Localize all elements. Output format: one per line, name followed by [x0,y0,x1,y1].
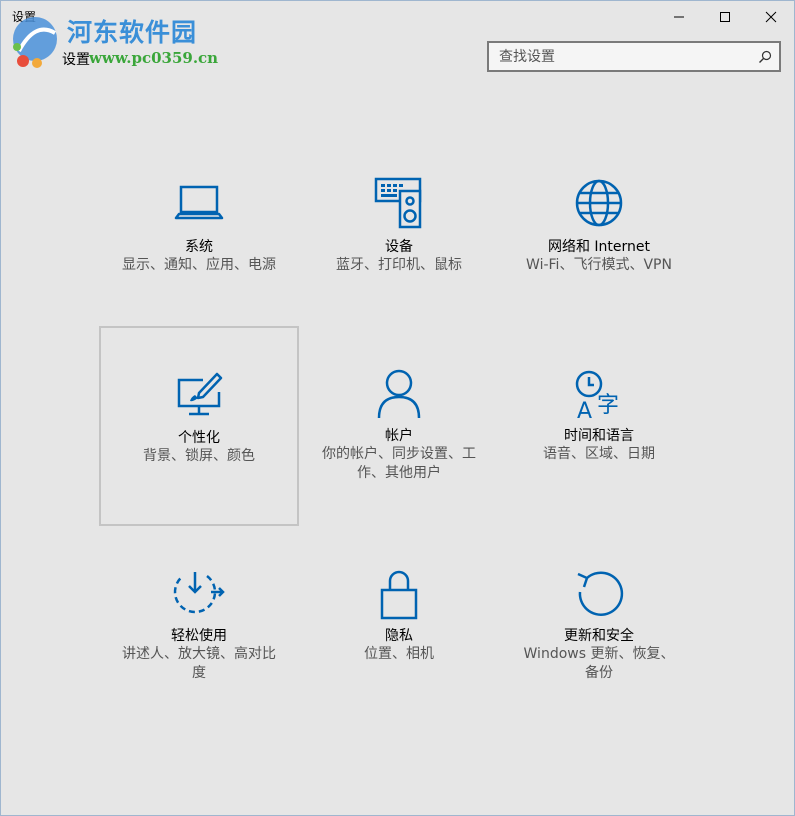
globe-icon [575,179,623,227]
maximize-icon [720,12,730,22]
watermark-url: www.pc0359.cn [89,49,219,67]
tile-devices[interactable]: 设备 蓝牙、打印机、鼠标 [299,135,499,335]
watermark: 河东软件园 www.pc0359.cn [5,11,265,71]
tile-title: 网络和 Internet [547,239,651,255]
tile-title: 设备 [385,239,413,255]
svg-text:A: A [577,399,592,420]
page-title: 设置 [62,52,90,68]
tile-desc: Wi-Fi、飞行模式、VPN [526,257,672,273]
tile-desc: 语音、区域、日期 [543,446,655,462]
person-icon [377,369,421,419]
tile-network[interactable]: 网络和 Internet Wi-Fi、飞行模式、VPN [499,135,699,335]
tile-desc: 位置、相机 [364,646,434,662]
tile-title: 帐户 [385,428,413,444]
window-controls [656,1,794,33]
time-language-icon: A 字 [575,370,619,420]
search-icon[interactable] [758,50,772,64]
devices-icon [374,177,422,229]
tile-ease-of-access[interactable]: 轻松使用 讲述人、放大镜、高对比度 [99,526,299,726]
watermark-logo-icon [13,17,57,68]
minimize-icon [674,16,684,18]
tile-desc: Windows 更新、恢复、备份 [523,646,675,681]
tile-desc: 显示、通知、应用、电源 [122,257,276,273]
close-icon [765,11,777,23]
tile-system[interactable]: 系统 显示、通知、应用、电源 [99,135,299,335]
personalization-icon [177,372,223,416]
tile-desc: 背景、锁屏、颜色 [143,448,255,464]
tile-time-language[interactable]: A 字 时间和语言 语音、区域、日期 [499,326,699,526]
minimize-button[interactable] [656,1,702,33]
tile-title: 时间和语言 [564,428,634,444]
watermark-title: 河东软件园 [67,18,198,47]
search-input[interactable] [499,47,749,67]
settings-window: 设置 河东软件园 www.pc0359.cn 设置 查找设置 系统 显示、通知、… [0,0,795,816]
tile-privacy[interactable]: 隐私 位置、相机 [299,526,499,726]
tile-title: 轻松使用 [171,628,227,644]
tile-accounts[interactable]: 帐户 你的帐户、同步设置、工作、其他用户 [299,326,499,526]
svg-text:字: 字 [597,393,619,418]
tile-update-security[interactable]: 更新和安全 Windows 更新、恢复、备份 [499,526,699,726]
tile-desc: 讲述人、放大镜、高对比度 [122,646,276,681]
tile-title: 隐私 [385,628,413,644]
tile-title: 更新和安全 [564,628,634,644]
ease-of-access-icon [173,572,225,614]
lock-icon [380,570,418,620]
close-button[interactable] [748,1,794,33]
tile-personalization[interactable]: 个性化 背景、锁屏、颜色 [99,326,299,526]
tile-desc: 你的帐户、同步设置、工作、其他用户 [322,446,476,481]
tile-desc: 蓝牙、打印机、鼠标 [336,257,462,273]
refresh-icon [577,571,624,616]
tile-title: 个性化 [178,430,220,446]
search-box[interactable] [487,41,781,72]
laptop-icon [174,185,224,220]
tile-title: 系统 [185,239,213,255]
maximize-button[interactable] [702,1,748,33]
